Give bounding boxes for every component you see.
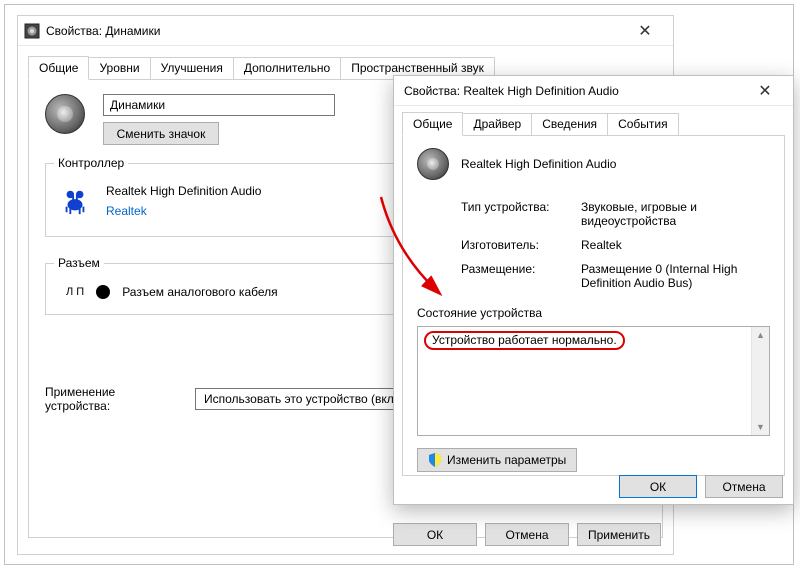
ok-button[interactable]: ОК	[393, 523, 477, 546]
uac-shield-icon	[428, 453, 442, 467]
tab-advanced[interactable]: Дополнительно	[233, 57, 341, 79]
parent-titlebar: Свойства: Динамики ✕	[18, 16, 673, 46]
close-icon[interactable]: ✕	[623, 17, 667, 45]
device-state-text: Устройство работает нормально.	[432, 333, 617, 347]
realtek-crab-icon	[60, 186, 90, 216]
label-manufacturer: Изготовитель:	[461, 238, 581, 252]
scroll-up-icon[interactable]: ▲	[756, 330, 765, 340]
parent-dialog-buttons: ОК Отмена Применить	[393, 523, 661, 546]
tab-levels[interactable]: Уровни	[88, 57, 150, 79]
change-settings-button[interactable]: Изменить параметры	[417, 448, 577, 472]
parent-window-title: Свойства: Динамики	[46, 24, 623, 38]
label-location: Размещение:	[461, 262, 581, 290]
change-icon-button[interactable]: Сменить значок	[103, 122, 219, 145]
controller-legend: Контроллер	[54, 156, 128, 170]
child-tabs: Общие Драйвер Сведения События	[402, 112, 785, 136]
screenshot-frame: Свойства: Динамики ✕ Общие Уровни Улучше…	[4, 4, 794, 565]
label-device-type: Тип устройства:	[461, 200, 581, 228]
tab-enhancements[interactable]: Улучшения	[150, 57, 234, 79]
value-location: Размещение 0 (Internal High Definition A…	[581, 262, 770, 290]
cancel-button[interactable]: Отмена	[705, 475, 783, 498]
tab-events[interactable]: События	[607, 113, 679, 135]
tab-driver[interactable]: Драйвер	[462, 113, 532, 135]
highlight-state-text: Устройство работает нормально.	[424, 331, 625, 350]
apply-button[interactable]: Применить	[577, 523, 661, 546]
tab-general[interactable]: Общие	[402, 112, 463, 136]
change-settings-label: Изменить параметры	[447, 453, 566, 467]
value-manufacturer: Realtek	[581, 238, 770, 252]
ok-button[interactable]: ОК	[619, 475, 697, 498]
device-state-legend: Состояние устройства	[417, 306, 770, 320]
device-icon	[417, 148, 449, 180]
scrollbar[interactable]: ▲▼	[751, 327, 769, 435]
close-icon[interactable]: ✕	[743, 77, 787, 105]
device-name-input[interactable]	[103, 94, 335, 116]
speaker-titlebar-icon	[24, 23, 40, 39]
cancel-button[interactable]: Отмена	[485, 523, 569, 546]
device-usage-label: Применение устройства:	[45, 385, 155, 413]
child-window-title: Свойства: Realtek High Definition Audio	[400, 84, 743, 98]
connector-legend: Разъем	[54, 256, 104, 270]
device-state-group: Состояние устройства Устройство работает…	[417, 306, 770, 436]
child-dialog-buttons: ОК Отмена	[619, 475, 783, 498]
channel-indicator: Л П	[66, 286, 84, 298]
device-properties-window: Свойства: Realtek High Definition Audio …	[393, 75, 794, 505]
scroll-down-icon[interactable]: ▼	[756, 422, 765, 432]
device-state-textarea[interactable]: Устройство работает нормально. ▲▼	[417, 326, 770, 436]
device-name: Realtek High Definition Audio	[461, 157, 616, 171]
child-titlebar: Свойства: Realtek High Definition Audio …	[394, 76, 793, 106]
speaker-icon	[45, 94, 85, 134]
connector-label: Разъем аналогового кабеля	[122, 285, 277, 299]
jack-color-icon	[96, 285, 110, 299]
tab-general[interactable]: Общие	[28, 56, 89, 80]
tab-details[interactable]: Сведения	[531, 113, 608, 135]
value-device-type: Звуковые, игровые и видеоустройства	[581, 200, 770, 228]
